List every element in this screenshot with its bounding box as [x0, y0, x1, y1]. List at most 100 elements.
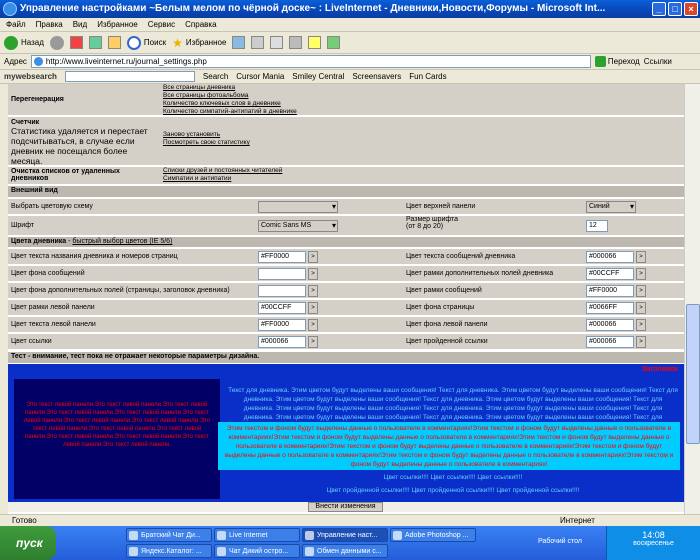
color-picker-button[interactable]: >	[636, 336, 646, 348]
preview-additional-fields: Этим текстом и фоном будут выделены данн…	[218, 422, 680, 470]
color-right-label: Цвет рамки дополнительных полей дневника	[406, 270, 554, 277]
appearance-title: Внешний вид	[11, 187, 58, 194]
color-right-input[interactable]: #000066	[586, 319, 634, 331]
color-left-input[interactable]	[258, 285, 306, 297]
color-right-input[interactable]: #FF0000	[586, 285, 634, 297]
color-left-input[interactable]: #FF0000	[258, 319, 306, 331]
color-right-input[interactable]: #000066	[586, 336, 634, 348]
regen-link[interactable]: Количество ключевых слов в дневнике	[163, 100, 681, 108]
mail-icon[interactable]	[251, 36, 265, 49]
close-button[interactable]: ×	[684, 2, 698, 16]
font-select[interactable]: Comic Sans MS	[258, 220, 338, 232]
counter-stats-link[interactable]: Посмотреть свою статистику	[163, 139, 681, 147]
minimize-button[interactable]: _	[652, 2, 666, 16]
preview-visited-text[interactable]: Цвет пройденной ссылки!!!! Цвет пройденн…	[228, 487, 678, 494]
scheme-select[interactable]	[258, 201, 338, 213]
forward-button[interactable]	[49, 35, 64, 50]
search-button[interactable]: Поиск	[126, 35, 166, 50]
maximize-button[interactable]: □	[668, 2, 682, 16]
back-button[interactable]: Назад	[4, 35, 44, 50]
color-picker-button[interactable]: >	[636, 319, 646, 331]
color-picker-button[interactable]: >	[308, 336, 318, 348]
history-icon[interactable]	[232, 36, 246, 49]
clean-friends-link[interactable]: Списки друзей и постоянных читателей	[163, 167, 681, 175]
counter-reset-link[interactable]: Заново установить	[163, 131, 681, 139]
top-color-select[interactable]: Синий	[586, 201, 636, 213]
menu-favorites[interactable]: Избранное	[97, 18, 138, 31]
extra-icon[interactable]	[327, 36, 341, 49]
zone-text: Интернет	[560, 516, 595, 525]
web-search-button[interactable]: Search	[203, 72, 228, 81]
messenger-icon[interactable]	[308, 36, 322, 49]
color-left-input[interactable]	[258, 268, 306, 280]
color-picker-button[interactable]: >	[308, 302, 318, 314]
color-right-label: Цвет пройденной ссылки	[406, 338, 488, 345]
color-left-label: Цвет текста названия дневника и номеров …	[11, 253, 178, 260]
desktop-toolbar-label[interactable]: Рабочий стол	[538, 538, 582, 545]
menu-help[interactable]: Справка	[185, 18, 216, 31]
links-button[interactable]: Ссылки	[644, 57, 672, 66]
color-picker-button[interactable]: >	[636, 268, 646, 280]
window-title: Управление настройками ~Белым мелом по ч…	[20, 3, 606, 14]
top-color-label: Цвет верхней панели	[406, 203, 476, 210]
screensavers-link[interactable]: Screensavers	[352, 72, 401, 81]
menu-edit[interactable]: Правка	[36, 18, 63, 31]
cursor-mania-link[interactable]: Cursor Mania	[236, 72, 284, 81]
color-right-input[interactable]: #000066	[586, 251, 634, 263]
taskbar-item[interactable]: Обмен данными с...	[302, 544, 388, 558]
colors-header: Цвета дневника - быстрый выбор цветов (I…	[8, 237, 684, 248]
color-row: Цвет фона дополнительных полей (страницы…	[8, 283, 684, 299]
fun-cards-link[interactable]: Fun Cards	[409, 72, 446, 81]
regen-label: Перегенерация	[11, 96, 64, 103]
taskbar-item[interactable]: Live Internet	[214, 528, 300, 542]
taskbar-item[interactable]: Управление наст...	[302, 528, 388, 542]
color-picker-button[interactable]: >	[308, 268, 318, 280]
regen-link[interactable]: Все страницы дневника	[163, 84, 681, 92]
color-left-label: Цвет рамки левой панели	[11, 304, 95, 311]
address-input[interactable]: http://www.liveinternet.ru/journal_setti…	[30, 55, 591, 68]
start-button[interactable]: пуск	[0, 526, 56, 560]
edit-icon[interactable]	[289, 36, 303, 49]
color-left-label: Цвет фона дополнительных полей (страницы…	[11, 287, 230, 294]
color-picker-button[interactable]: >	[636, 285, 646, 297]
go-button[interactable]: Переход	[594, 56, 640, 67]
refresh-icon[interactable]	[88, 36, 102, 49]
home-icon[interactable]	[107, 36, 121, 49]
taskbar-item[interactable]: Adobe Photoshop ...	[390, 528, 476, 542]
preview-title: Заголовок	[642, 366, 678, 373]
font-size-input[interactable]: 12	[586, 220, 608, 232]
print-icon[interactable]	[270, 36, 284, 49]
taskbar-item[interactable]: Чат Дикий остро...	[214, 544, 300, 558]
color-picker-button[interactable]: >	[308, 251, 318, 263]
color-left-input[interactable]: #000066	[258, 336, 306, 348]
regen-link[interactable]: Количество симпатий-антипатий в дневнике	[163, 108, 681, 116]
favorites-button[interactable]: ★ Избранное	[172, 36, 226, 50]
submit-button[interactable]: Внести изменения	[308, 502, 383, 512]
color-picker-button[interactable]: >	[636, 251, 646, 263]
page-content: Перегенерация Все страницы дневника Все …	[8, 84, 684, 514]
smiley-central-link[interactable]: Smiley Central	[292, 72, 344, 81]
design-preview: Заголовок Это текст левой панели.Это тек…	[8, 364, 684, 504]
color-right-input[interactable]: #0066FF	[586, 302, 634, 314]
color-picker-button[interactable]: >	[636, 302, 646, 314]
color-left-input[interactable]: #FF0000	[258, 251, 306, 263]
color-picker-button[interactable]: >	[308, 285, 318, 297]
color-right-input[interactable]: #00CCFF	[586, 268, 634, 280]
clean-label: Очистка списков от удаленных дневников	[11, 168, 120, 182]
vertical-scrollbar[interactable]	[684, 84, 700, 514]
preview-link-text[interactable]: Цвет ссылки!!!! Цвет ссылки!!!! Цвет ссы…	[228, 474, 678, 481]
taskbar-item[interactable]: Яндекс.Каталог: ...	[126, 544, 212, 558]
color-left-input[interactable]: #00CCFF	[258, 302, 306, 314]
regen-link[interactable]: Все страницы фотоальбома	[163, 92, 681, 100]
color-left-label: Цвет ссылки	[11, 338, 52, 345]
stop-icon[interactable]	[69, 36, 83, 49]
scrollbar-thumb[interactable]	[686, 304, 700, 444]
taskbar-item[interactable]: Братский Чат Ди...	[126, 528, 212, 542]
web-search-input[interactable]	[64, 71, 195, 82]
quick-colors-link[interactable]: быстрый выбор цветов (IE 5/6)	[72, 238, 172, 245]
clean-sympathy-link[interactable]: Симпатии и антипатии	[163, 175, 681, 183]
color-picker-button[interactable]: >	[308, 319, 318, 331]
menu-tools[interactable]: Сервис	[148, 18, 175, 31]
menu-view[interactable]: Вид	[73, 18, 87, 31]
menu-file[interactable]: Файл	[6, 18, 26, 31]
